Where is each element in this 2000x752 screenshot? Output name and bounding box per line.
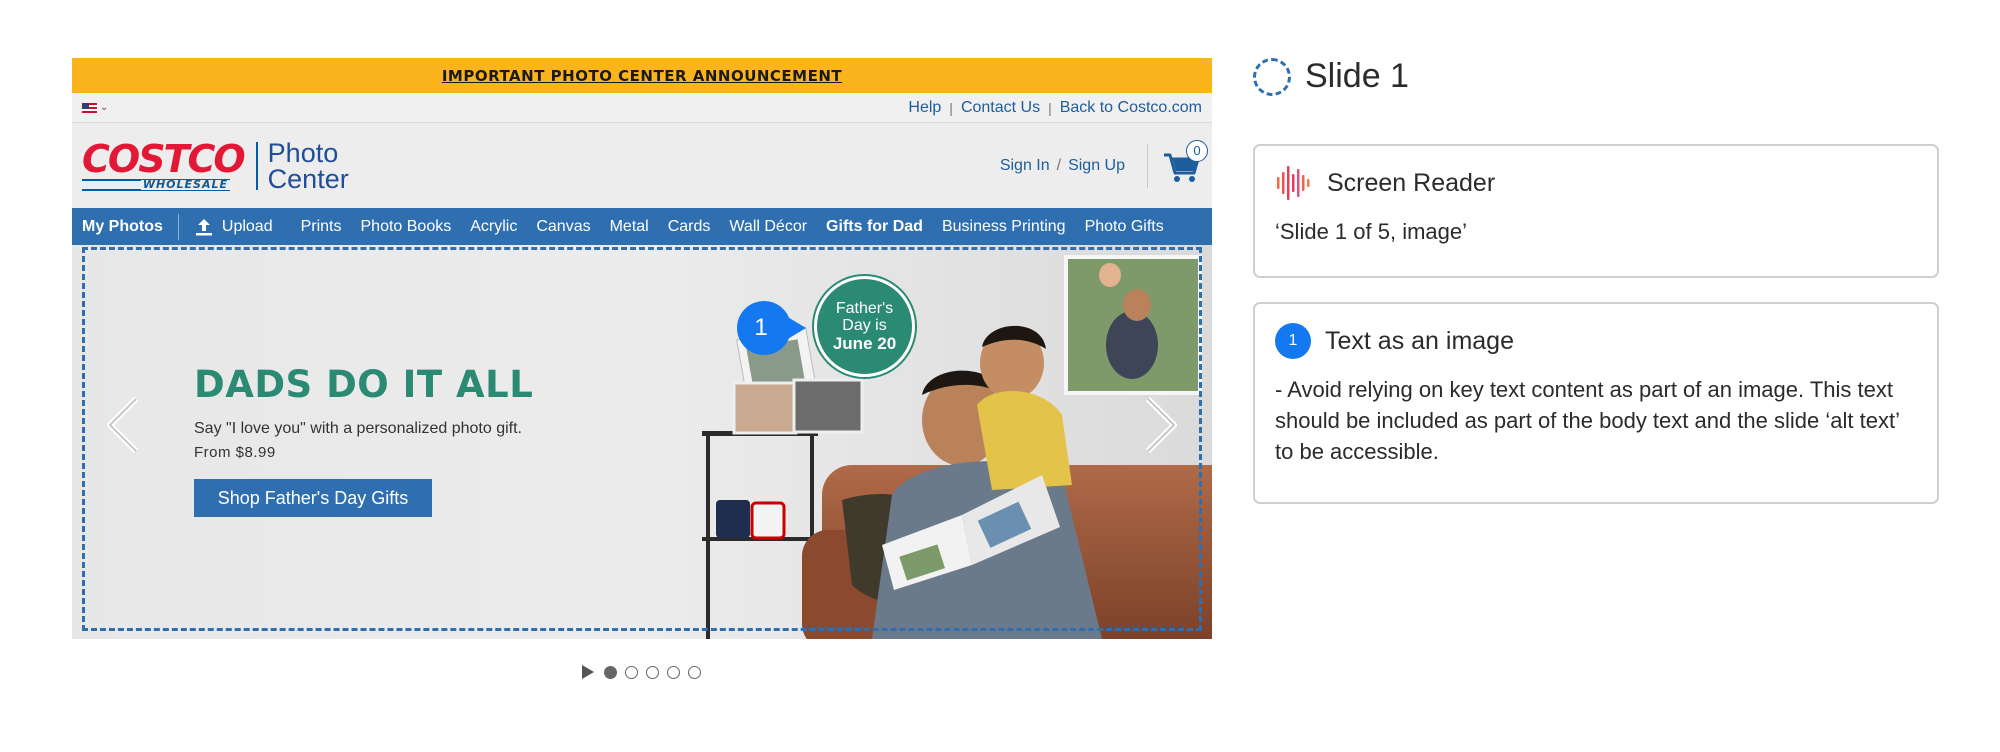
carousel-next-button[interactable] <box>1142 395 1182 455</box>
country-selector[interactable]: ⌄ <box>82 102 108 113</box>
costco-photo-center-logo[interactable]: COSTCO WHOLESALE Photo Center <box>82 136 349 194</box>
hero-family-photo <box>702 255 1212 639</box>
logo-divider <box>255 141 258 190</box>
contact-us-link[interactable]: Contact Us <box>961 99 1040 117</box>
back-to-costco-link[interactable]: Back to Costco.com <box>1060 99 1202 117</box>
carousel-dot-5[interactable] <box>688 665 701 679</box>
utility-links: Help | Contact Us | Back to Costco.com <box>908 99 1202 117</box>
carousel-dot-3[interactable] <box>646 665 659 679</box>
hero-subtitle: Say "I love you" with a personalized pho… <box>194 420 522 437</box>
play-icon[interactable] <box>582 665 594 679</box>
hero-price: From $8.99 <box>194 444 276 461</box>
main-nav: My Photos Upload Prints Photo Books Acry… <box>72 208 1212 245</box>
nav-gifts-for-dad[interactable]: Gifts for Dad <box>826 218 923 236</box>
carousel-dot-2[interactable] <box>625 665 638 679</box>
site-header: COSTCO WHOLESALE Photo Center Sign In / … <box>72 123 1212 208</box>
screen-reader-label: Screen Reader <box>1327 168 1496 197</box>
nav-cards[interactable]: Cards <box>668 218 711 236</box>
announcement-link[interactable]: IMPORTANT PHOTO CENTER ANNOUNCEMENT <box>442 67 842 85</box>
nav-wall-decor[interactable]: Wall Décor <box>729 218 807 236</box>
nav-photo-books[interactable]: Photo Books <box>361 218 452 236</box>
header-divider <box>1147 143 1148 188</box>
hero-title: DADS DO IT ALL <box>194 363 534 406</box>
badge-line-1: Father's <box>835 300 894 317</box>
nav-my-photos[interactable]: My Photos <box>82 218 163 236</box>
nav-upload[interactable]: Upload <box>194 217 273 237</box>
nav-prints[interactable]: Prints <box>301 218 342 236</box>
shop-fathers-day-button[interactable]: Shop Father's Day Gifts <box>194 479 432 517</box>
header-actions: Sign In / Sign Up 0 <box>1000 139 1208 188</box>
hero-carousel-slide[interactable]: DADS DO IT ALL Say "I love you" with a p… <box>72 245 1212 639</box>
chevron-right-icon <box>1145 396 1177 454</box>
issue-card: 1 Text as an image - Avoid relying on ke… <box>1253 302 1939 504</box>
logo-wholesale-bar: WHOLESALE <box>82 177 230 191</box>
annotation-heading: Slide 1 <box>1253 57 1409 96</box>
chevron-left-icon <box>107 396 139 454</box>
sign-up-link[interactable]: Sign Up <box>1068 157 1125 175</box>
annotation-marker: 1 <box>736 300 806 356</box>
help-link[interactable]: Help <box>908 99 941 117</box>
hero-copy: DADS DO IT ALL Say "I love you" with a p… <box>194 363 533 517</box>
nav-divider <box>177 213 179 240</box>
screen-reader-text: ‘Slide 1 of 5, image’ <box>1275 219 1467 244</box>
us-flag-icon <box>82 102 97 113</box>
upload-icon <box>195 218 212 235</box>
utility-bar: ⌄ Help | Contact Us | Back to Costco.com <box>72 93 1212 123</box>
cart-count-badge: 0 <box>1186 139 1208 162</box>
badge-line-3: June 20 <box>832 334 897 353</box>
nav-business-printing[interactable]: Business Printing <box>942 218 1066 236</box>
website-screenshot: IMPORTANT PHOTO CENTER ANNOUNCEMENT ⌄ He… <box>72 58 1212 639</box>
issue-number-badge: 1 <box>1275 323 1311 359</box>
chevron-down-icon: ⌄ <box>100 102 109 113</box>
divider: / <box>1056 156 1062 174</box>
card-header: 1 Text as an image <box>1275 322 1917 360</box>
audio-wave-icon <box>1277 166 1310 200</box>
issue-label: Text as an image <box>1325 326 1514 355</box>
carousel-prev-button[interactable] <box>102 395 142 455</box>
logo-center-text: Center <box>267 163 349 194</box>
account-links: Sign In / Sign Up <box>1000 157 1125 175</box>
sign-in-link[interactable]: Sign In <box>1000 157 1050 175</box>
divider: | <box>949 99 953 116</box>
cart-button[interactable]: 0 <box>1162 139 1208 186</box>
badge-line-2: Day is <box>842 317 887 334</box>
divider: | <box>1048 99 1052 116</box>
nav-acrylic[interactable]: Acrylic <box>470 218 517 236</box>
nav-metal[interactable]: Metal <box>610 218 649 236</box>
announcement-bar[interactable]: IMPORTANT PHOTO CENTER ANNOUNCEMENT <box>72 58 1212 93</box>
carousel-indicators <box>582 665 701 679</box>
logo-photo-text: Photo <box>267 137 339 168</box>
logo-costco-text: COSTCO <box>82 136 246 181</box>
screen-reader-card: Screen Reader ‘Slide 1 of 5, image’ <box>1253 144 1939 278</box>
annotation-marker-number: 1 <box>754 314 768 341</box>
carousel-dot-4[interactable] <box>667 665 680 679</box>
fathers-day-badge: Father's Day is June 20 <box>814 276 915 377</box>
annotation-title: Slide 1 <box>1305 57 1409 95</box>
nav-canvas[interactable]: Canvas <box>536 218 590 236</box>
dashed-circle-icon <box>1253 57 1291 96</box>
logo-photo-center: Photo Center <box>267 137 349 194</box>
issue-text: - Avoid relying on key text content as p… <box>1275 377 1900 464</box>
card-header: Screen Reader <box>1275 164 1917 202</box>
logo-wholesale-text: WHOLESALE <box>140 177 230 191</box>
costco-logo-mark: COSTCO WHOLESALE <box>82 136 246 191</box>
nav-photo-gifts[interactable]: Photo Gifts <box>1085 218 1164 236</box>
nav-upload-label: Upload <box>221 217 273 235</box>
carousel-dot-1[interactable] <box>604 665 617 679</box>
